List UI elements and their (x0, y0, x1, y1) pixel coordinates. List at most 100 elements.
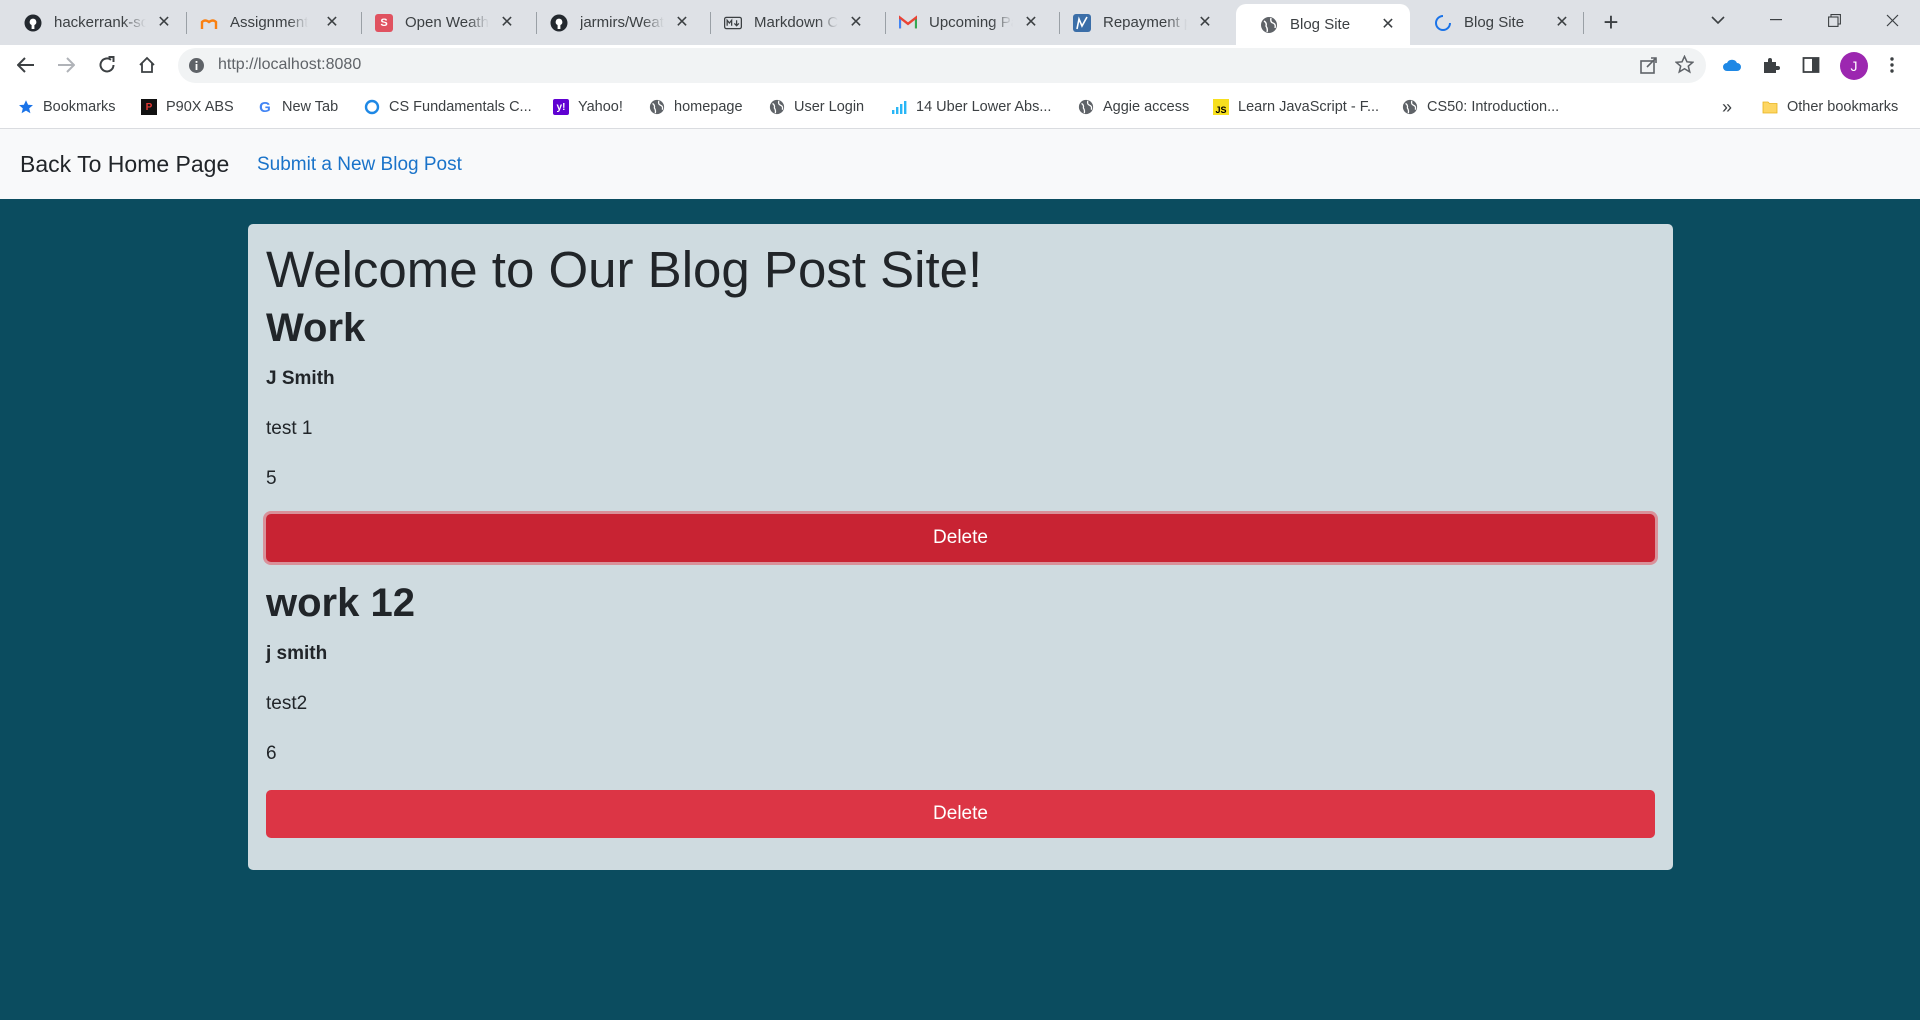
bookmark-label: Learn JavaScript - F... (1238, 99, 1380, 115)
tab-title: Upcoming Pay (929, 14, 1013, 31)
post-content: test2 (266, 693, 308, 714)
cloud-extension-button[interactable] (1716, 49, 1748, 81)
tab-blog-site-loading[interactable]: Blog Site ✕ (1410, 0, 1584, 45)
tab-blog-site-active[interactable]: Blog Site ✕ (1236, 4, 1410, 45)
tab-jarmirs-weather[interactable]: jarmirs/Weathe ✕ (526, 0, 704, 45)
tab-title: Markdown Che (754, 14, 838, 31)
bookmarks-overflow-button[interactable]: » (1722, 96, 1732, 118)
bookmark-aggie-access[interactable]: Aggie access (1078, 96, 1189, 118)
bookmarks-bar: Bookmarks P P90X ABS G New Tab CS Fundam… (0, 86, 1920, 129)
github-icon (24, 14, 42, 32)
home-link[interactable]: Back To Home Page (20, 151, 229, 178)
reload-icon (99, 56, 115, 73)
tab-title: Assignment (230, 14, 309, 31)
close-icon[interactable]: ✕ (1380, 16, 1396, 33)
post-author: j smith (266, 643, 328, 664)
star-icon (18, 99, 34, 115)
tab-title: Open Weather (405, 14, 489, 31)
reload-button[interactable] (91, 49, 123, 81)
url-text[interactable]: http://localhost:8080 (218, 56, 361, 74)
more-vert-icon (1890, 57, 1894, 73)
close-icon[interactable]: ✕ (156, 14, 172, 31)
tab-assignment[interactable]: Assignment ✕ (176, 0, 354, 45)
post-value: 6 (266, 743, 277, 764)
side-panel-icon (1802, 57, 1820, 73)
s-app-icon: S (375, 13, 393, 32)
tab-search-button[interactable] (1690, 0, 1746, 40)
new-tab-button[interactable]: + (1596, 8, 1626, 38)
bookmark-label: 14 Uber Lower Abs... (916, 99, 1052, 115)
back-button[interactable] (10, 49, 42, 81)
tab-markdown[interactable]: Markdown Che ✕ (700, 0, 878, 45)
arrow-right-icon (58, 57, 75, 73)
close-icon[interactable]: ✕ (848, 14, 864, 31)
globe-icon (1260, 16, 1278, 34)
arrow-left-icon (17, 57, 34, 73)
chevron-down-icon (1711, 15, 1725, 24)
bookmark-label: User Login (794, 99, 865, 115)
close-icon[interactable]: ✕ (499, 14, 515, 31)
address-bar[interactable]: http://localhost:8080 (178, 48, 1706, 83)
submit-post-link[interactable]: Submit a New Blog Post (257, 154, 462, 176)
info-icon[interactable] (188, 57, 205, 74)
globe-icon (1402, 99, 1418, 115)
close-icon[interactable]: ✕ (1197, 14, 1213, 31)
bookmark-label: Other bookmarks (1787, 99, 1899, 115)
minimize-icon (1770, 19, 1782, 21)
tab-hackerrank[interactable]: hackerrank-sol ✕ (0, 0, 186, 45)
tab-strip: hackerrank-sol ✕ Assignment ✕ S Open Wea… (0, 0, 1920, 45)
close-icon[interactable]: ✕ (324, 14, 340, 31)
tab-title: Blog Site (1464, 14, 1525, 31)
tab-title: Blog Site (1290, 16, 1351, 33)
extensions-button[interactable] (1755, 49, 1787, 81)
post-content: test 1 (266, 418, 313, 439)
forward-button[interactable] (50, 49, 82, 81)
bookmark-cs50[interactable]: CS50: Introduction... (1402, 96, 1559, 118)
bookmark-uber-abs[interactable]: 14 Uber Lower Abs... (891, 96, 1051, 118)
browser-toolbar: http://localhost:8080 (0, 45, 1920, 86)
bookmark-homepage[interactable]: homepage (649, 96, 743, 118)
bookmark-new-tab[interactable]: G New Tab (257, 96, 338, 118)
delete-button[interactable]: Delete (266, 790, 1655, 838)
markdown-icon (724, 14, 742, 32)
bookmark-cs-fundamentals[interactable]: CS Fundamentals C... (364, 96, 532, 118)
minimize-button[interactable] (1748, 0, 1804, 40)
share-icon[interactable] (1640, 56, 1658, 79)
delete-button[interactable]: Delete (266, 514, 1655, 562)
bookmark-p90x[interactable]: P P90X ABS (141, 96, 234, 118)
globe-icon (649, 99, 665, 115)
loading-icon (1434, 14, 1452, 32)
side-panel-button[interactable] (1795, 49, 1827, 81)
bookmark-label: New Tab (282, 99, 339, 115)
home-button[interactable] (131, 49, 163, 81)
globe-icon (1078, 99, 1094, 115)
bookmark-yahoo[interactable]: y! Yahoo! (553, 96, 623, 118)
menu-button[interactable] (1876, 49, 1908, 81)
bookmark-label: Aggie access (1103, 99, 1190, 115)
close-window-button[interactable] (1864, 0, 1920, 40)
post-title: Work (266, 306, 366, 350)
bookmark-user-login[interactable]: User Login (769, 96, 864, 118)
close-icon[interactable]: ✕ (1023, 14, 1039, 31)
close-icon[interactable]: ✕ (674, 14, 690, 31)
tab-repayment[interactable]: Repayment pr ✕ (1049, 0, 1227, 45)
page-title: Welcome to Our Blog Post Site! (266, 241, 983, 298)
site-navbar: Back To Home Page Submit a New Blog Post (0, 129, 1920, 199)
star-icon[interactable] (1674, 54, 1695, 79)
profile-avatar[interactable]: J (1840, 52, 1868, 80)
restore-button[interactable] (1806, 0, 1862, 40)
tab-open-weather[interactable]: S Open Weather ✕ (351, 0, 529, 45)
bookmark-label: P90X ABS (166, 99, 234, 115)
bookmark-label: Yahoo! (578, 99, 623, 115)
post-author: J Smith (266, 368, 335, 389)
bookmark-learn-javascript[interactable]: JS Learn JavaScript - F... (1213, 96, 1379, 118)
close-icon[interactable]: ✕ (1554, 14, 1570, 31)
home-icon (139, 56, 155, 73)
folder-icon (1762, 99, 1778, 115)
yahoo-icon: y! (553, 99, 569, 115)
chart-icon (1073, 13, 1091, 32)
bookmark-bookmarks[interactable]: Bookmarks (18, 96, 116, 118)
tab-upcoming-pay[interactable]: Upcoming Pay ✕ (875, 0, 1053, 45)
bookmark-label: homepage (674, 99, 743, 115)
other-bookmarks[interactable]: Other bookmarks (1762, 96, 1898, 118)
